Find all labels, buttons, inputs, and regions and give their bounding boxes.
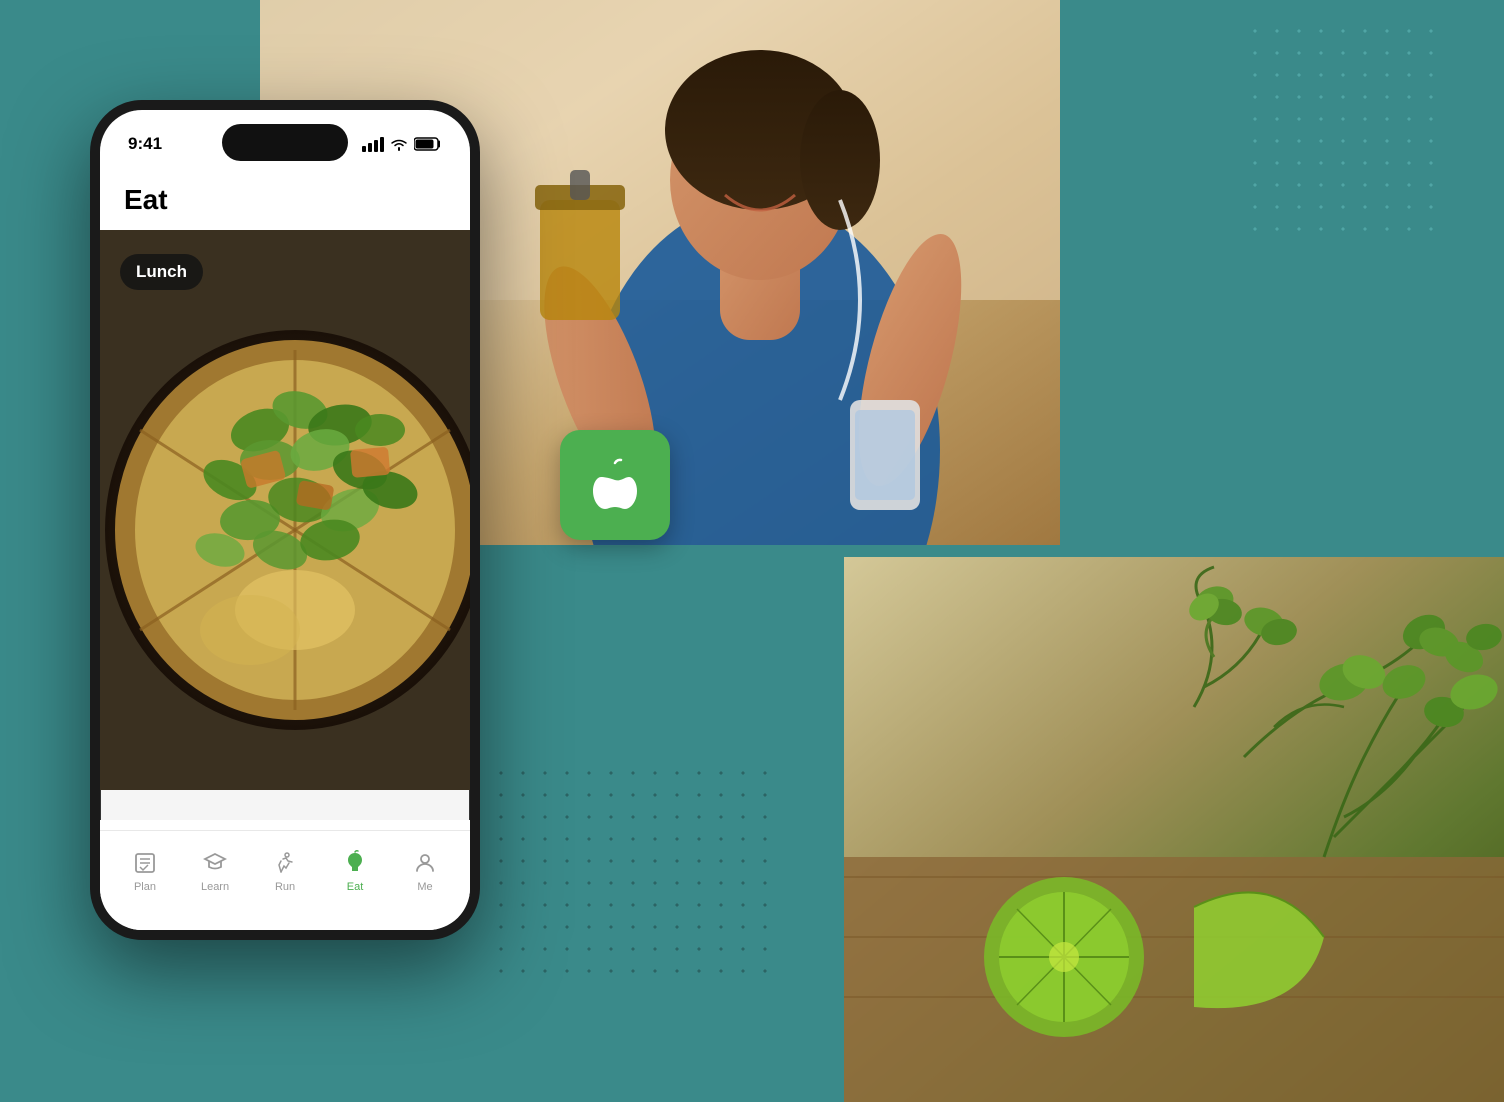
nav-label-plan: Plan (134, 881, 156, 893)
eat-icon (341, 849, 369, 877)
phone-mockup: 9:41 Eat (90, 100, 480, 940)
food-image-area: Lunch (100, 230, 470, 790)
learn-icon (201, 849, 229, 877)
herbs-photo-overlay (844, 557, 1504, 1102)
nav-item-run[interactable]: Run (271, 849, 299, 893)
status-icons (362, 137, 442, 152)
dot-pattern-top-right (1244, 20, 1444, 240)
dynamic-island (222, 124, 348, 161)
apple-icon (587, 455, 643, 515)
signal-icon (362, 137, 384, 152)
nav-item-eat[interactable]: Eat (341, 849, 369, 893)
dot-pattern-bottom-center (490, 762, 770, 982)
me-icon (411, 849, 439, 877)
phone-app-header: Eat (100, 170, 470, 230)
run-icon (271, 849, 299, 877)
food-svg (100, 230, 470, 790)
nav-label-run: Run (275, 881, 295, 893)
nav-label-learn: Learn (201, 881, 229, 893)
food-background (100, 230, 470, 790)
nav-label-eat: Eat (347, 881, 364, 893)
green-apple-badge (560, 430, 670, 540)
bottom-navigation: Plan Learn Run (100, 830, 470, 930)
photo-herbs (844, 557, 1504, 1102)
herbs-svg (844, 557, 1504, 1102)
app-title: Eat (124, 184, 168, 216)
nav-item-me[interactable]: Me (411, 849, 439, 893)
status-time: 9:41 (128, 134, 162, 154)
nav-item-learn[interactable]: Learn (201, 849, 229, 893)
battery-icon (414, 137, 442, 151)
wifi-icon (390, 137, 408, 151)
nav-label-me: Me (417, 881, 432, 893)
nav-item-plan[interactable]: Plan (131, 849, 159, 893)
meal-type-badge: Lunch (120, 254, 203, 290)
plan-icon (131, 849, 159, 877)
